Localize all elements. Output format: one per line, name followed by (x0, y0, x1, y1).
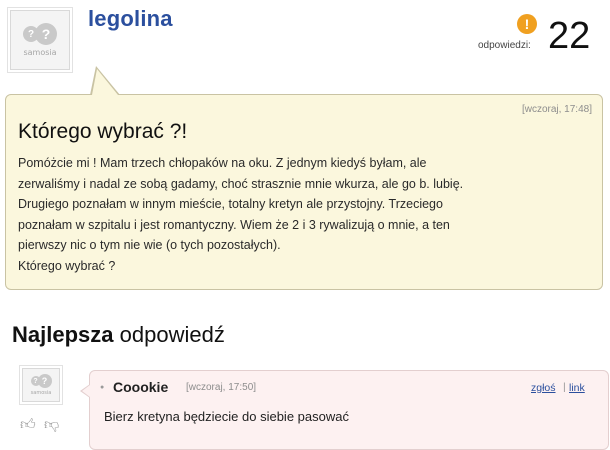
report-link[interactable]: zgłoś (531, 382, 556, 394)
thumbs-down-icon[interactable]: 👎︎ (44, 416, 59, 434)
question-box: [wczoraj, 17:48] Którego wybrać ?! Pomóż… (5, 94, 603, 290)
permalink-link[interactable]: link (569, 382, 585, 394)
answer-bubble-tail-fill (82, 385, 90, 397)
answer-box: ● Coookie [wczoraj, 17:50] zgłoś | link … (89, 370, 609, 450)
answer-text: Bierz kretyna będziecie do siebie pasowa… (104, 409, 349, 424)
question-title: Którego wybrać ?! (18, 120, 188, 143)
question-bubbles-logo-icon: ?? (23, 23, 57, 45)
answers-label: odpowiedzi: (478, 40, 531, 51)
link-separator: | (563, 381, 566, 393)
author-avatar[interactable]: ?? samosia (10, 10, 70, 70)
author-username[interactable]: legolina (88, 6, 173, 32)
avatar-logo-text: samosia (30, 390, 52, 396)
exclamation-badge-icon: ! (517, 14, 537, 34)
avatar-logo-text: samosia (23, 48, 57, 57)
question-bubbles-logo-icon: ?? (30, 374, 52, 388)
speech-bubble-tail-fill (92, 69, 118, 95)
best-answer-heading-bold: Najlepsza (12, 322, 114, 347)
thumbs-up-icon[interactable]: 👍︎ (20, 416, 36, 434)
best-answer-heading: Najlepsza odpowiedź (12, 322, 225, 348)
best-answer-heading-rest: odpowiedź (119, 322, 225, 347)
answer-author-avatar[interactable]: ?? samosia (22, 368, 60, 402)
bullet-icon: ● (100, 384, 105, 391)
question-body: Pomóżcie mi ! Mam trzech chłopaków na ok… (18, 156, 464, 273)
question-timestamp: [wczoraj, 17:48] (521, 104, 592, 115)
answers-count: 22 (548, 15, 591, 57)
answer-author[interactable]: Coookie (113, 379, 168, 395)
answer-timestamp: [wczoraj, 17:50] (186, 382, 257, 393)
